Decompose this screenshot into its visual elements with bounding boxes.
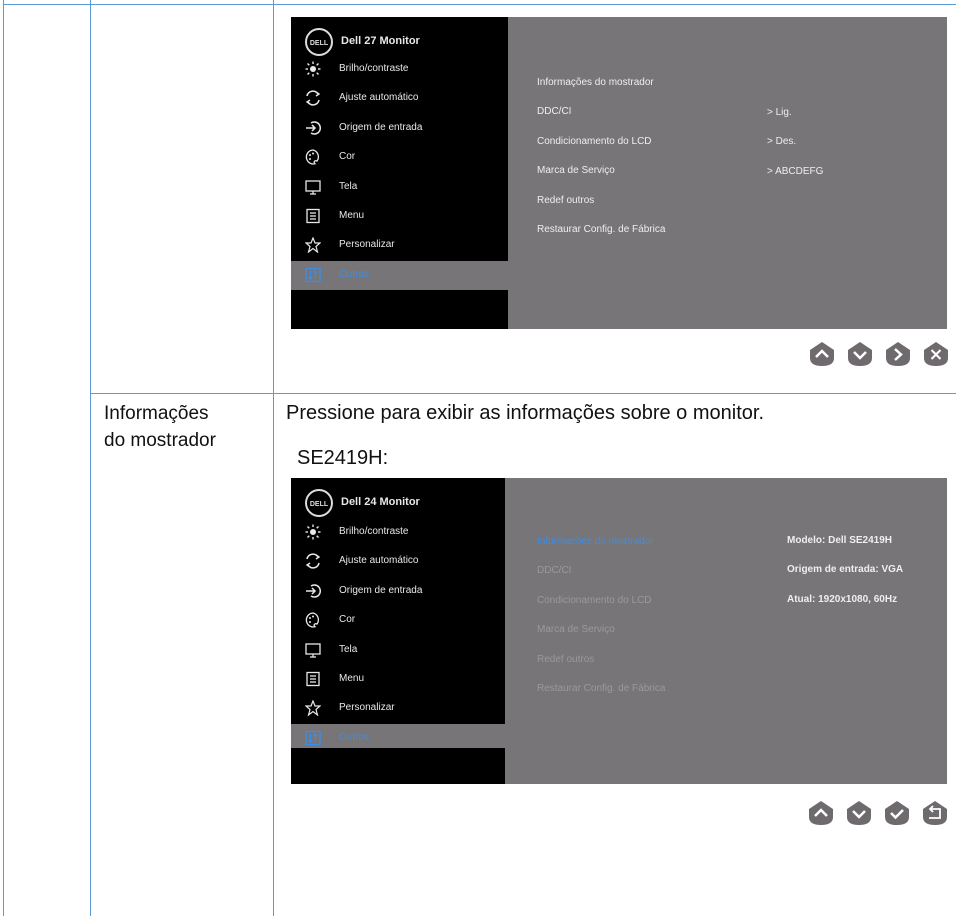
osd-submenu-item[interactable]: DDC/CI [537, 106, 665, 135]
osd-submenu: Informações do mostrador DDC/CI Condicio… [537, 77, 665, 253]
others-icon [305, 267, 321, 283]
input-source-icon [305, 583, 321, 599]
osd-menu-item[interactable]: Ajuste automático [291, 547, 505, 576]
osd-title: Dell 24 Monitor [341, 496, 420, 508]
auto-adjust-icon [305, 553, 321, 570]
section-label-line: Informações [104, 403, 209, 424]
table-row-divider [90, 393, 956, 394]
osd-value: > Lig. [767, 107, 792, 118]
color-icon [305, 149, 321, 165]
osd-menu-label: Brilho/contraste [339, 63, 409, 74]
osd-buttons-bottom [807, 799, 949, 827]
osd-menu-label: Personalizar [339, 702, 395, 714]
dell-logo: DELL [305, 28, 333, 56]
osd-menu-label: Ajuste automático [339, 92, 419, 104]
osd-menu-item[interactable]: Personalizar [291, 231, 508, 260]
osd-menu-label: Cor [339, 614, 356, 626]
osd-submenu-item[interactable]: Restaurar Config. de Fábrica [537, 683, 665, 712]
description: Pressione para exibir as informações sob… [286, 402, 765, 424]
down-icon[interactable] [845, 799, 873, 827]
osd-menu-item[interactable]: Ajuste automático [291, 84, 508, 113]
osd-submenu-item[interactable]: Redef outros [537, 195, 665, 224]
osd-submenu-item[interactable]: DDC/CI [537, 565, 665, 594]
auto-adjust-icon [305, 90, 321, 107]
check-icon[interactable] [883, 799, 911, 827]
brightness-icon [305, 524, 321, 540]
osd-screen-bottom: DELL Dell 24 Monitor Brilho/contraste Aj… [291, 478, 947, 784]
display-icon [305, 642, 321, 658]
osd-menu-item[interactable]: Origem de entrada [291, 577, 505, 606]
osd-info-line: Modelo: Dell SE2419H [787, 535, 893, 546]
osd-menu-label: Outros [339, 731, 370, 743]
osd-submenu-item[interactable]: Condicionamento do LCD [537, 595, 665, 624]
model-heading: SE2419H: [297, 447, 389, 469]
osd-submenu-item[interactable]: Marca de Serviço [537, 624, 665, 653]
osd-menu-item[interactable]: Cor [291, 143, 508, 172]
table-border-left [3, 0, 4, 916]
osd-info-line: Atual: 1920x1080, 60Hz [787, 593, 898, 605]
osd-menu-item[interactable]: Cor [291, 606, 505, 635]
osd-buttons-top [808, 340, 950, 368]
table-border-col2 [273, 0, 274, 916]
input-source-icon [305, 120, 321, 136]
osd-menu-item[interactable]: Brilho/contraste [291, 518, 505, 547]
menu-icon [305, 208, 321, 224]
osd-menu-label: Personalizar [339, 239, 395, 251]
up-icon[interactable] [807, 799, 835, 827]
osd-info-line: Origem de entrada: VGA [787, 564, 904, 576]
osd-menu: Brilho/contraste Ajuste automático Orige… [291, 518, 505, 754]
osd-submenu: Informações do mostrador DDC/CI Condicio… [537, 536, 665, 712]
osd-menu-item[interactable]: Brilho/contraste [291, 55, 508, 84]
dell-logo: DELL [305, 489, 333, 517]
section-label-line: do mostrador [104, 430, 216, 451]
menu-icon [305, 671, 321, 687]
osd-submenu-item[interactable]: Redef outros [537, 654, 665, 683]
osd-menu-label: Tela [339, 643, 358, 655]
osd-menu-label: Tela [339, 180, 358, 192]
osd-submenu-item[interactable]: Restaurar Config. de Fábrica [537, 224, 665, 253]
osd-menu-footer [291, 748, 505, 784]
osd-menu-label: Cor [339, 151, 356, 163]
osd-menu-label: Origem de entrada [339, 121, 423, 133]
back-icon[interactable] [921, 799, 949, 827]
osd-value: > Des. [767, 136, 797, 148]
table-border-col1 [90, 0, 91, 916]
osd-menu-label: Menu [339, 209, 365, 221]
personalize-icon [305, 700, 321, 717]
others-icon [305, 730, 321, 746]
osd-menu-item[interactable]: Personalizar [291, 694, 505, 723]
personalize-icon [305, 237, 321, 254]
down-icon[interactable] [846, 340, 874, 368]
osd-submenu-item-selected[interactable]: Informações do mostrador [537, 536, 665, 565]
osd-menu-item[interactable]: Menu [291, 665, 505, 694]
osd-menu-item[interactable]: Origem de entrada [291, 114, 508, 143]
osd-menu-item[interactable]: Tela [291, 636, 505, 665]
osd-menu-label: Origem de entrada [339, 584, 423, 596]
color-icon [305, 612, 321, 628]
osd-screen-top: DELL Dell 27 Monitor Brilho/contraste Aj… [291, 17, 947, 329]
osd-title: Dell 27 Monitor [341, 35, 420, 47]
osd-menu-item[interactable]: Tela [291, 173, 508, 202]
table-border-top [3, 4, 956, 5]
section-label: Informações do mostrador [104, 400, 216, 454]
osd-submenu-item[interactable]: Condicionamento do LCD [537, 136, 665, 165]
osd-menu-label: Menu [339, 672, 365, 684]
close-icon[interactable] [922, 340, 950, 368]
right-icon[interactable] [884, 340, 912, 368]
osd-menu-label: Brilho/contraste [339, 526, 409, 537]
osd-submenu-item[interactable]: Informações do mostrador [537, 77, 665, 106]
osd-values: > Lig. > Des. > ABCDEFG [767, 107, 823, 195]
osd-submenu-item[interactable]: Marca de Serviço [537, 165, 665, 194]
osd-menu-label: Ajuste automático [339, 555, 419, 567]
brightness-icon [305, 61, 321, 77]
display-icon [305, 179, 321, 195]
osd-menu-label: Outros [339, 268, 370, 280]
osd-menu-item[interactable]: Menu [291, 202, 508, 231]
osd-menu: Brilho/contraste Ajuste automático Orige… [291, 55, 508, 291]
osd-value: > ABCDEFG [767, 165, 824, 177]
osd-menu-footer [291, 293, 508, 329]
osd-info: Modelo: Dell SE2419H Origem de entrada: … [787, 535, 903, 623]
osd-menu-item-selected[interactable]: Outros [291, 260, 508, 291]
up-icon[interactable] [808, 340, 836, 368]
